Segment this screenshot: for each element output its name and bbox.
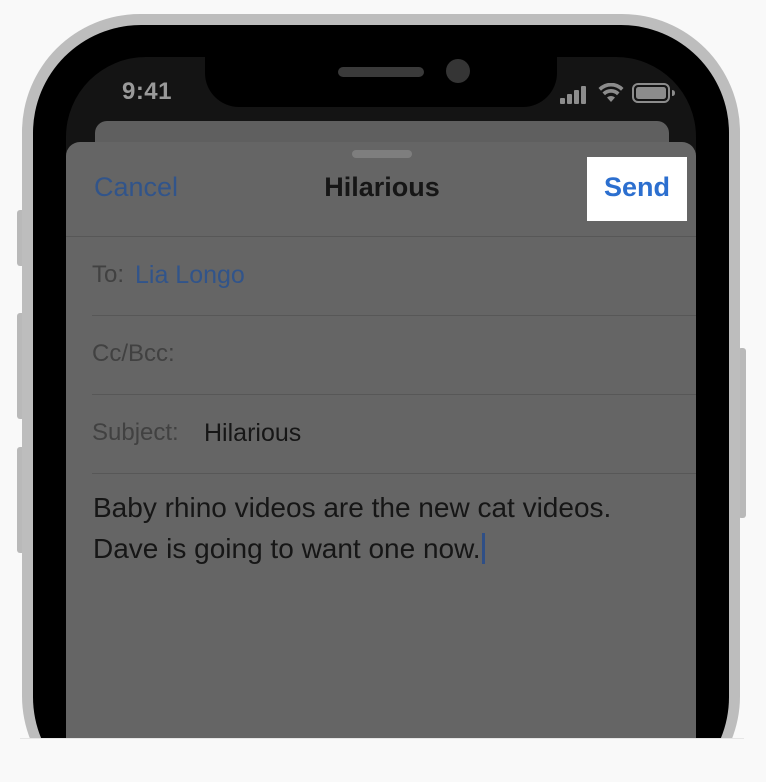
compose-title: Hilarious: [324, 172, 440, 202]
status-icons: [560, 82, 676, 104]
bottom-crop: [0, 738, 766, 782]
notch: [205, 57, 557, 107]
status-time: 9:41: [121, 78, 173, 105]
mail-compose-sheet: [66, 142, 696, 762]
battery-icon: [632, 83, 675, 103]
subject-divider: [92, 473, 696, 474]
subject-label: Subject:: [92, 419, 179, 446]
to-divider: [92, 315, 696, 316]
bottom-edge-line: [20, 738, 744, 739]
cellular-signal-icon: [560, 82, 590, 104]
subject-field[interactable]: Hilarious: [204, 419, 301, 448]
send-button-label: Send: [603, 172, 670, 202]
send-button[interactable]: Send: [587, 157, 687, 221]
text-cursor: [481, 533, 485, 564]
front-camera: [446, 59, 470, 83]
body-line: Dave is going to want one now.: [93, 533, 481, 564]
sheet-grabber[interactable]: [352, 150, 412, 158]
recipient-token[interactable]: Lia Longo: [135, 261, 245, 290]
message-body[interactable]: Baby rhino videos are the new cat videos…: [93, 487, 683, 569]
speaker-grille: [338, 67, 424, 77]
cancel-button[interactable]: Cancel: [94, 172, 178, 203]
to-label: To:: [92, 261, 125, 288]
cc-divider: [92, 394, 696, 395]
body-line-last: Dave is going to want one now.: [93, 528, 683, 569]
cc-bcc-field[interactable]: Cc/Bcc:: [92, 340, 175, 368]
body-line: Baby rhino videos are the new cat videos…: [93, 492, 612, 523]
header-divider: [66, 236, 696, 237]
screenshot-stage: 9:41 Cancel Hilarious Send To: Lia Longo…: [0, 0, 766, 782]
wifi-icon: [598, 83, 624, 102]
